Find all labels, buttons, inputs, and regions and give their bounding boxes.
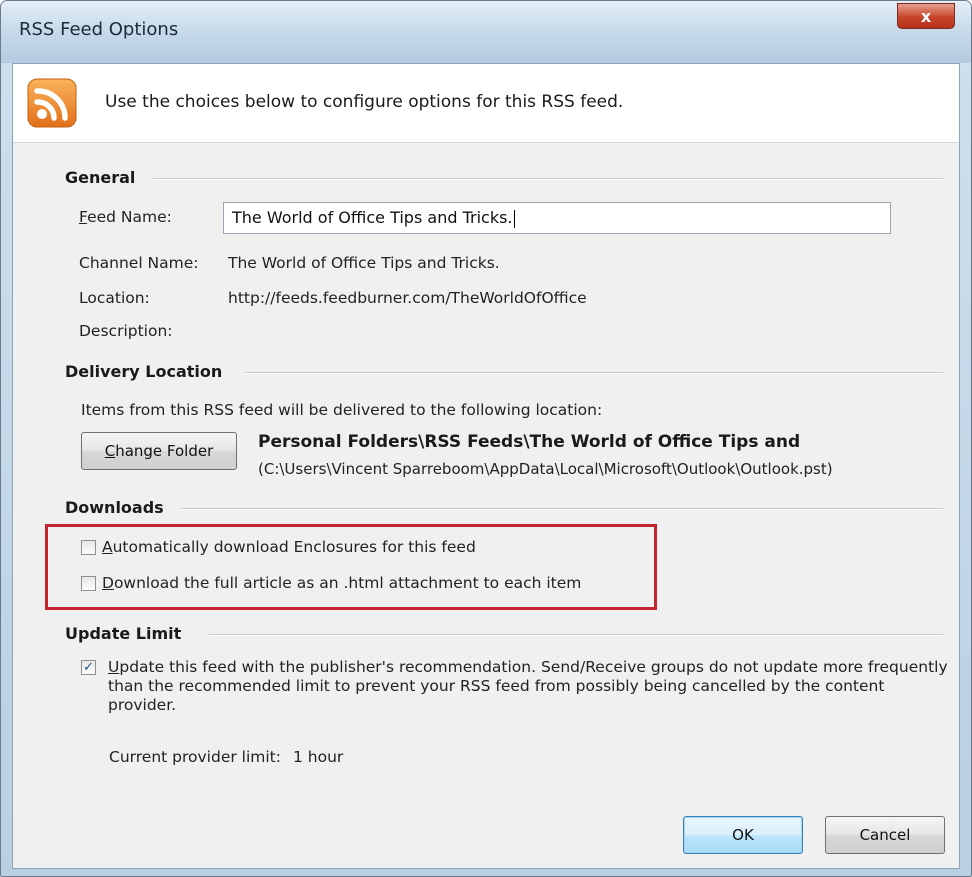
ok-button[interactable]: OK <box>683 816 803 854</box>
delivery-heading: Delivery Location <box>65 362 223 381</box>
update-limit-heading: Update Limit <box>65 624 182 643</box>
folder-path: Personal Folders\RSS Feeds\The World of … <box>258 432 801 452</box>
full-article-option[interactable]: Download the full article as an .html at… <box>81 574 581 592</box>
recommendation-checkbox[interactable]: ✓ <box>81 660 96 675</box>
description-label: Description: <box>79 322 173 340</box>
rss-feed-options-dialog: RSS Feed Options x Use the choices below… <box>0 0 972 877</box>
header-instruction: Use the choices below to configure optio… <box>105 92 624 112</box>
enclosures-checkbox[interactable] <box>81 539 96 555</box>
channel-name-label: Channel Name: <box>79 254 199 272</box>
ok-label: OK <box>732 826 754 844</box>
change-folder-button[interactable]: Change Folder <box>81 432 237 470</box>
cancel-button[interactable]: Cancel <box>825 816 945 854</box>
downloads-divider <box>181 508 943 510</box>
text-caret <box>513 209 515 228</box>
channel-name-value: The World of Office Tips and Tricks. <box>228 254 500 272</box>
downloads-heading: Downloads <box>65 498 164 517</box>
feed-name-label: Feed Name: <box>79 208 172 226</box>
close-icon: x <box>920 6 932 26</box>
location-label: Location: <box>79 289 150 307</box>
enclosures-label: Automatically download Enclosures for th… <box>102 538 476 556</box>
header-band: Use the choices below to configure optio… <box>13 64 959 143</box>
delivery-info: Items from this RSS feed will be deliver… <box>81 401 603 419</box>
change-folder-label: Change Folder <box>104 442 214 460</box>
general-divider <box>153 178 943 180</box>
update-limit-divider <box>209 634 943 636</box>
window-title: RSS Feed Options <box>19 19 179 40</box>
feed-name-value: The World of Office Tips and Tricks. <box>232 208 513 227</box>
general-heading: General <box>65 168 136 187</box>
provider-limit-label: Current provider limit: <box>109 748 281 766</box>
full-article-checkbox[interactable] <box>81 575 96 591</box>
rss-icon <box>27 78 77 128</box>
provider-limit-value: 1 hour <box>293 748 344 766</box>
close-button[interactable]: x <box>897 3 955 29</box>
cancel-label: Cancel <box>859 826 911 844</box>
delivery-divider <box>245 372 943 374</box>
dialog-body: Use the choices below to configure optio… <box>12 63 960 869</box>
recommendation-label[interactable]: Update this feed with the publisher's re… <box>108 658 948 715</box>
enclosures-option[interactable]: Automatically download Enclosures for th… <box>81 538 476 556</box>
title-bar[interactable]: RSS Feed Options x <box>1 1 971 63</box>
file-path: (C:\Users\Vincent Sparreboom\AppData\Loc… <box>258 460 833 478</box>
full-article-label: Download the full article as an .html at… <box>102 574 582 592</box>
checkmark-icon: ✓ <box>83 660 94 675</box>
highlight-box <box>45 524 657 610</box>
location-value: http://feeds.feedburner.com/TheWorldOfOf… <box>228 289 587 307</box>
feed-name-input[interactable]: The World of Office Tips and Tricks. <box>223 202 891 234</box>
